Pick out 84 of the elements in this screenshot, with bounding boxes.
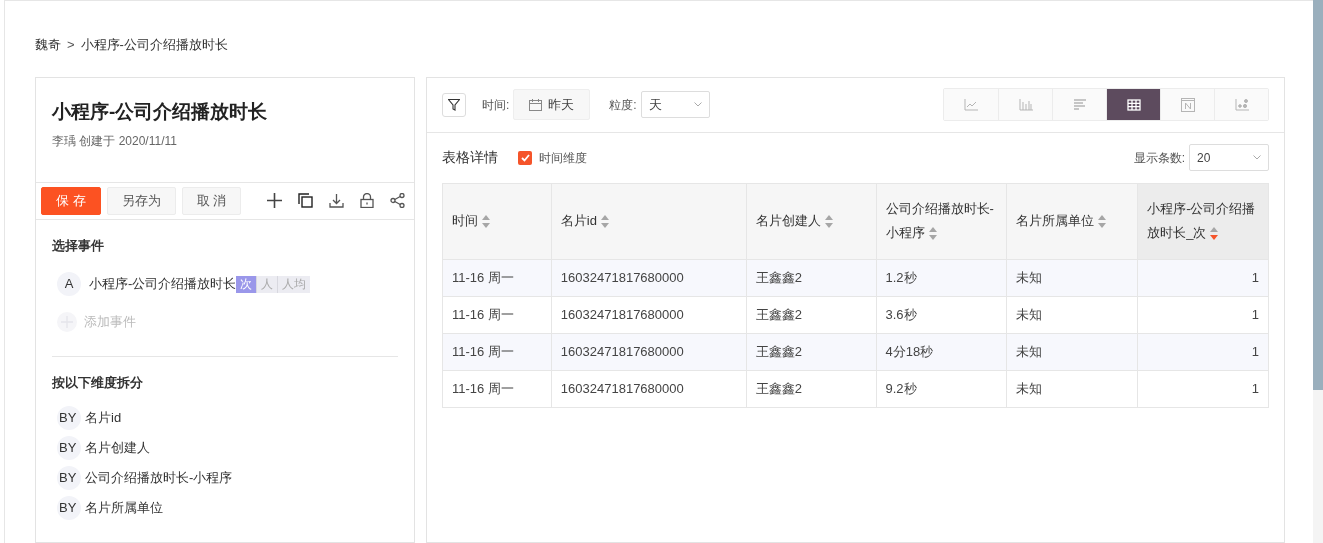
table-cell: 4分18秒 (876, 333, 1007, 370)
report-title: 小程序-公司介绍播放时长 (52, 99, 269, 124)
lock-icon[interactable] (360, 193, 374, 208)
chart-type-button[interactable] (1106, 89, 1160, 120)
table-cell: 11-16 周一 (442, 370, 552, 407)
by-badge: BY (57, 405, 81, 430)
table-cell: 王鑫鑫2 (746, 370, 877, 407)
page-size-label: 显示条数: (1133, 149, 1185, 167)
table-cell: 11-16 周一 (442, 259, 552, 296)
calendar-icon (529, 98, 543, 111)
table-cell: 1.2秒 (876, 259, 1007, 296)
table-cell: 1 (1137, 333, 1269, 370)
filter-button[interactable] (442, 92, 466, 117)
action-button[interactable]: 另存为 (106, 186, 176, 215)
column-header[interactable]: 名片创建人 (746, 183, 877, 259)
breadcrumb-item[interactable]: 魏奇 (35, 35, 61, 55)
column-header[interactable]: 时间 (442, 183, 552, 259)
breadcrumb-item: 小程序-公司介绍播放时长 (80, 36, 228, 54)
share-icon[interactable] (390, 193, 405, 208)
column-header[interactable]: 名片所属单位 (1006, 183, 1138, 259)
table-cell: 9.2秒 (876, 370, 1007, 407)
scrollbar-thumb[interactable] (1313, 0, 1323, 390)
table-cell: 16032471817680000 (551, 370, 747, 407)
time-dimension-label: 时间维度 (539, 149, 587, 167)
chevron-down-icon (693, 102, 702, 107)
table-cell: 王鑫鑫2 (746, 333, 877, 370)
table-cell: 3.6秒 (876, 296, 1007, 333)
column-header[interactable]: 小程序-公司介绍播放时长_次 (1137, 183, 1269, 259)
section-heading: 按以下维度拆分 (52, 374, 144, 392)
table-cell: 王鑫鑫2 (746, 296, 877, 333)
dimension-label[interactable]: 名片所属单位 (85, 497, 163, 518)
granularity-select[interactable]: 天 (640, 91, 710, 118)
line-chart-icon (964, 98, 978, 111)
number-card-icon (1180, 97, 1195, 112)
table-cell: 未知 (1006, 296, 1138, 333)
sort-icon[interactable] (824, 215, 833, 229)
by-badge: BY (57, 495, 81, 520)
table-cell: 16032471817680000 (551, 296, 747, 333)
bar-chart-icon (1018, 98, 1033, 111)
date-picker[interactable]: 昨天 (513, 89, 591, 120)
scatter-chart-icon (1234, 98, 1249, 111)
dimension-label[interactable]: 公司介绍播放时长-小程序 (85, 467, 233, 488)
table-cell: 16032471817680000 (551, 333, 747, 370)
table-cell: 1 (1137, 370, 1269, 407)
table-icon (1126, 98, 1141, 111)
horizontal-bars-icon (1072, 98, 1087, 111)
table-cell: 王鑫鑫2 (746, 259, 877, 296)
table-title: 表格详情 (442, 148, 498, 167)
table-cell: 未知 (1006, 333, 1138, 370)
granularity-label: 粒度: (609, 96, 637, 114)
sort-icon[interactable] (928, 227, 937, 241)
sort-icon[interactable] (1210, 227, 1219, 241)
time-label: 时间: (482, 96, 510, 114)
time-dimension-checkbox[interactable] (518, 150, 532, 165)
table-cell: 11-16 周一 (442, 333, 552, 370)
table-cell: 未知 (1006, 259, 1138, 296)
download-icon[interactable] (329, 193, 344, 208)
dimension-label[interactable]: 名片创建人 (85, 437, 150, 458)
action-button[interactable]: 取 消 (181, 186, 242, 215)
column-header[interactable]: 名片id (551, 183, 747, 259)
chevron-down-icon (1253, 155, 1261, 160)
report-meta: 李瑀 创建于 2020/11/11 (52, 133, 178, 150)
sort-icon[interactable] (600, 215, 609, 229)
copy-icon[interactable] (298, 193, 313, 208)
page-size-select[interactable]: 20 (1189, 144, 1269, 171)
plus-icon[interactable] (267, 193, 282, 208)
section-heading: 选择事件 (52, 236, 105, 255)
by-badge: BY (57, 465, 81, 490)
column-header[interactable]: 公司介绍播放时长-小程序 (876, 183, 1007, 259)
table-cell: 未知 (1006, 370, 1138, 407)
table-cell: 1 (1137, 259, 1269, 296)
table-cell: 16032471817680000 (551, 259, 747, 296)
breadcrumb-separator: > (67, 36, 75, 54)
by-badge: BY (57, 435, 81, 460)
table-cell: 11-16 周一 (442, 296, 552, 333)
table-cell: 1 (1137, 296, 1269, 333)
event-name[interactable]: 小程序-公司介绍播放时长 (89, 274, 237, 294)
filter-icon (448, 98, 460, 111)
dimension-label[interactable]: 名片id (85, 407, 122, 428)
sort-icon[interactable] (482, 215, 490, 229)
check-icon (520, 153, 530, 162)
add-circle-icon[interactable] (57, 312, 77, 332)
event-letter-badge: A (57, 272, 81, 296)
sort-icon[interactable] (1098, 215, 1107, 229)
